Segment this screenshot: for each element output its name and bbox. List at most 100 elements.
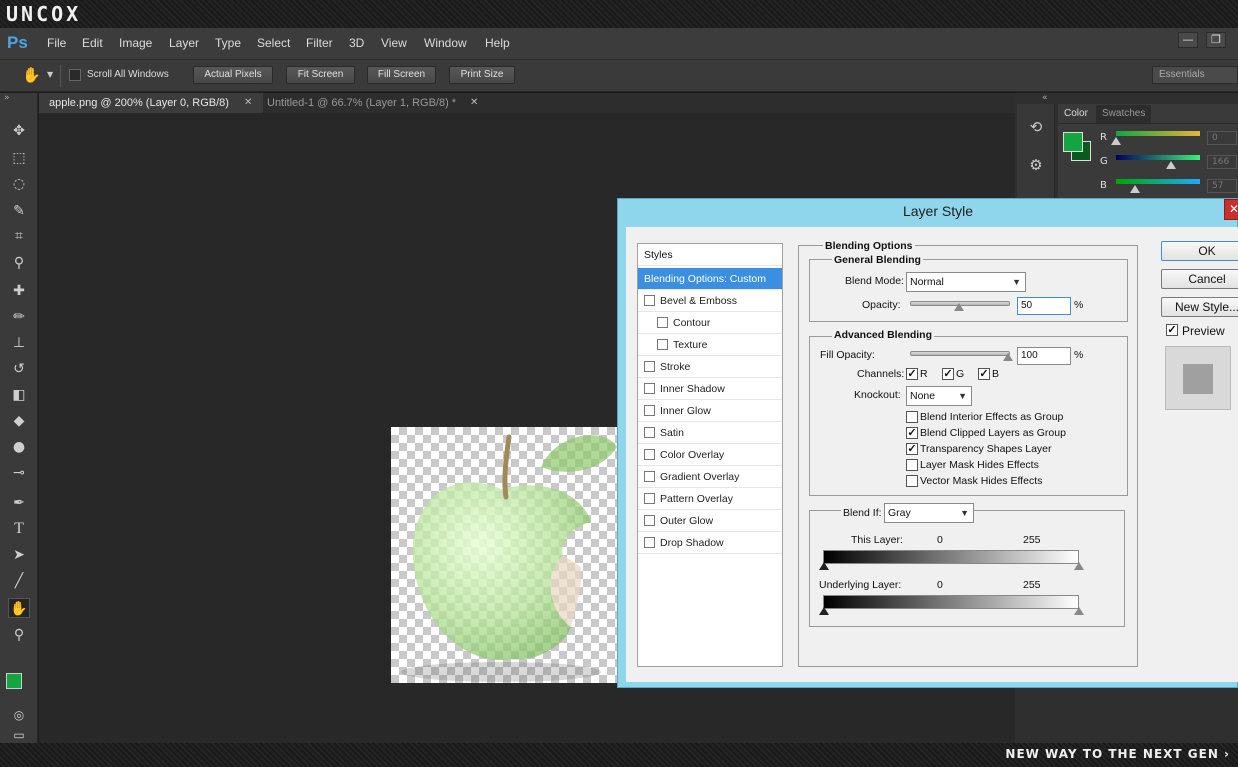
style-checkbox[interactable] [644, 295, 655, 306]
underlying-layer-white-thumb[interactable] [1074, 607, 1084, 615]
style-checkbox[interactable] [644, 493, 655, 504]
this-layer-black-thumb[interactable] [819, 562, 829, 570]
new-style-button[interactable]: New Style... [1161, 297, 1238, 317]
style-drop-shadow[interactable]: Drop Shadow [638, 532, 782, 554]
tab-swatches[interactable]: Swatches [1096, 105, 1152, 123]
style-bevel-emboss[interactable]: Bevel & Emboss [638, 290, 782, 312]
menu-image[interactable]: Image [119, 36, 152, 50]
ok-button[interactable]: OK [1161, 241, 1238, 261]
style-blending-options[interactable]: Blending Options: Custom [638, 268, 782, 290]
r-slider-thumb[interactable] [1111, 137, 1121, 145]
transparency-shapes-checkbox[interactable]: ✓ [906, 443, 918, 455]
paint-bucket-tool-icon[interactable]: ◆ [8, 411, 30, 431]
style-inner-glow[interactable]: Inner Glow [638, 400, 782, 422]
print-size-button[interactable]: Print Size [449, 66, 515, 84]
style-inner-shadow[interactable]: Inner Shadow [638, 378, 782, 400]
actual-pixels-button[interactable]: Actual Pixels [193, 66, 273, 84]
eraser-tool-icon[interactable]: ◧ [8, 385, 30, 405]
blend-interior-effects-checkbox[interactable] [906, 411, 918, 423]
underlying-layer-gradient-slider[interactable] [823, 595, 1079, 609]
style-checkbox[interactable] [644, 405, 655, 416]
r-slider[interactable] [1116, 131, 1200, 136]
underlying-layer-black-thumb[interactable] [819, 607, 829, 615]
quick-selection-tool-icon[interactable]: ✎ [8, 201, 30, 221]
style-checkbox[interactable] [644, 427, 655, 438]
style-color-overlay[interactable]: Color Overlay [638, 444, 782, 466]
b-slider-thumb[interactable] [1130, 185, 1140, 193]
history-brush-tool-icon[interactable]: ↺ [8, 359, 30, 379]
channel-b-checkbox[interactable]: ✓ [978, 368, 990, 380]
fill-opacity-slider-thumb[interactable] [1003, 353, 1013, 361]
fill-opacity-slider[interactable] [910, 351, 1010, 356]
marquee-tool-icon[interactable]: ⬚ [8, 148, 30, 168]
menu-select[interactable]: Select [257, 36, 290, 50]
type-tool-icon[interactable]: T [8, 519, 30, 539]
tool-preset-arrow-icon[interactable]: ▼ [47, 70, 53, 79]
path-selection-tool-icon[interactable]: ➤ [8, 545, 30, 565]
style-pattern-overlay[interactable]: Pattern Overlay [638, 488, 782, 510]
pen-tool-icon[interactable]: ✒ [8, 493, 30, 513]
style-contour[interactable]: Contour [638, 312, 782, 334]
style-texture[interactable]: Texture [638, 334, 782, 356]
fill-opacity-input[interactable]: 100 [1017, 347, 1071, 365]
restore-button[interactable]: ❐ [1206, 32, 1226, 48]
styles-header[interactable]: Styles [638, 244, 782, 266]
workspace-switcher[interactable]: Essentials [1152, 66, 1238, 84]
blend-mode-select[interactable]: Normal ▼ [906, 272, 1026, 292]
scroll-all-windows-checkbox[interactable] [69, 69, 81, 81]
tab-untitled-1[interactable]: Untitled-1 @ 66.7% (Layer 1, RGB/8) * ✕ [257, 93, 489, 113]
menu-edit[interactable]: Edit [82, 36, 103, 50]
quick-mask-icon[interactable]: ◎ [8, 705, 30, 725]
r-value[interactable]: 0 [1207, 131, 1237, 145]
menu-help[interactable]: Help [485, 36, 510, 50]
eyedropper-tool-icon[interactable]: ⚲ [8, 253, 30, 273]
style-gradient-overlay[interactable]: Gradient Overlay [638, 466, 782, 488]
crop-tool-icon[interactable]: ⌗ [8, 226, 30, 246]
move-tool-icon[interactable]: ✥ [8, 121, 30, 141]
style-stroke[interactable]: Stroke [638, 356, 782, 378]
dodge-tool-icon[interactable]: ⊸ [8, 463, 30, 483]
style-satin[interactable]: Satin [638, 422, 782, 444]
screen-mode-icon[interactable]: ▭ [8, 725, 30, 745]
g-slider-thumb[interactable] [1166, 161, 1176, 169]
style-checkbox[interactable] [644, 361, 655, 372]
style-checkbox[interactable] [644, 383, 655, 394]
menu-layer[interactable]: Layer [169, 36, 199, 50]
vector-mask-hides-checkbox[interactable] [906, 475, 918, 487]
channel-g-checkbox[interactable]: ✓ [942, 368, 954, 380]
channel-r-checkbox[interactable]: ✓ [906, 368, 918, 380]
menu-3d[interactable]: 3D [349, 36, 364, 50]
line-tool-icon[interactable]: ╱ [8, 571, 30, 591]
g-value[interactable]: 166 [1207, 155, 1237, 169]
layer-mask-hides-checkbox[interactable] [906, 459, 918, 471]
menu-type[interactable]: Type [215, 36, 241, 50]
menu-window[interactable]: Window [424, 36, 467, 50]
g-slider[interactable] [1116, 155, 1200, 160]
foreground-color-swatch[interactable] [6, 673, 22, 689]
healing-brush-tool-icon[interactable]: ✚ [8, 281, 30, 301]
style-checkbox[interactable] [657, 339, 668, 350]
clone-stamp-tool-icon[interactable]: ⊥ [8, 333, 30, 353]
lasso-tool-icon[interactable]: ◌ [8, 174, 30, 194]
hand-icon[interactable]: ✋ [22, 66, 41, 84]
this-layer-gradient-slider[interactable] [823, 550, 1079, 564]
brush-tool-icon[interactable]: ✏ [8, 307, 30, 327]
dialog-close-button[interactable]: ✕ [1224, 199, 1238, 220]
properties-panel-icon[interactable]: ⚙ [1026, 156, 1046, 176]
menu-view[interactable]: View [381, 36, 407, 50]
knockout-select[interactable]: None ▼ [906, 386, 972, 406]
style-checkbox[interactable] [657, 317, 668, 328]
style-checkbox[interactable] [644, 515, 655, 526]
cancel-button[interactable]: Cancel [1161, 269, 1238, 289]
style-checkbox[interactable] [644, 537, 655, 548]
blend-if-select[interactable]: Gray ▼ [884, 503, 974, 523]
b-slider[interactable] [1116, 179, 1200, 184]
close-tab-icon[interactable]: ✕ [470, 93, 478, 113]
b-value[interactable]: 57 [1207, 179, 1237, 193]
opacity-input[interactable]: 50 [1017, 297, 1071, 315]
blend-clipped-layers-checkbox[interactable]: ✓ [906, 427, 918, 439]
hand-tool-icon[interactable]: ✋ [8, 598, 30, 618]
history-panel-icon[interactable]: ⟲ [1026, 118, 1046, 138]
collapse-toolbox-icon[interactable]: » [4, 93, 10, 103]
minimize-button[interactable]: — [1178, 32, 1198, 48]
